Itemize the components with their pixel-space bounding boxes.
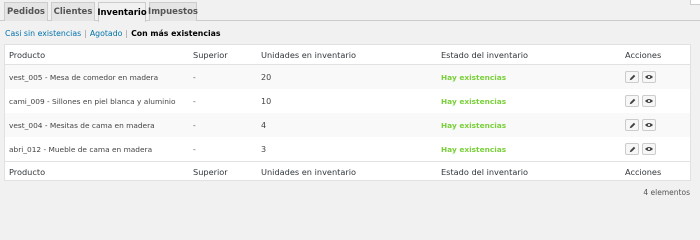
filter-most-stock[interactable]: Con más existencias [131,29,220,38]
pencil-icon [629,146,635,152]
view-button[interactable] [642,119,656,131]
column-product: Producto [9,49,46,60]
parent-cell: - [193,120,196,130]
status-cell: Hay existencias [441,96,507,106]
filter-low-stock[interactable]: Casi sin existencias [5,29,81,38]
edit-button[interactable] [625,95,639,107]
eye-icon [645,147,653,151]
table-row: vest_005 - Mesa de comedor en madera - 2… [5,65,690,89]
table-footer: Producto Superior Unidades en inventario… [5,161,690,181]
table-row: vest_004 - Mesitas de cama en madera - 4… [5,113,690,137]
parent-cell: - [193,96,196,106]
filter-out-of-stock[interactable]: Agotado [90,29,123,38]
status-cell: Hay existencias [441,120,507,130]
column-parent: Superior [193,166,228,177]
screen-options-corner [690,0,700,5]
units-cell: 3 [261,144,267,154]
status-cell: Hay existencias [441,144,507,154]
row-actions [625,89,656,113]
column-parent: Superior [193,49,228,60]
eye-icon [645,75,653,79]
pencil-icon [629,98,635,104]
tab-bar: Pedidos Clientes Inventario Impuestos [0,0,700,22]
column-units: Unidades en inventario [261,166,357,177]
row-actions [625,65,656,89]
product-link[interactable]: cami_009 - Sillones en piel blanca y alu… [9,89,176,113]
tab-pedidos[interactable]: Pedidos [4,2,48,21]
column-units: Unidades en inventario [261,49,357,60]
status-cell: Hay existencias [441,72,507,82]
view-button[interactable] [642,71,656,83]
eye-icon [645,123,653,127]
units-cell: 20 [261,72,272,82]
table-row: cami_009 - Sillones en piel blanca y alu… [5,89,690,113]
column-product: Producto [9,166,46,177]
product-link[interactable]: vest_005 - Mesa de comedor en madera [9,65,158,89]
table-header: Producto Superior Unidades en inventario… [5,45,690,65]
tab-clientes[interactable]: Clientes [51,2,95,21]
view-button[interactable] [642,95,656,107]
item-count: 4 elementos [643,188,690,197]
column-status: Estado del inventario [441,49,529,60]
column-actions: Acciones [625,166,662,177]
edit-button[interactable] [625,119,639,131]
table-row: abri_012 - Mueble de cama en madera - 3 … [5,137,690,161]
units-cell: 4 [261,120,267,130]
tab-impuestos[interactable]: Impuestos [148,2,198,21]
edit-button[interactable] [625,143,639,155]
parent-cell: - [193,72,196,82]
filter-separator: | [125,28,129,38]
product-link[interactable]: vest_004 - Mesitas de cama en madera [9,113,155,137]
column-actions: Acciones [625,49,662,60]
tab-inventario[interactable]: Inventario [97,2,147,22]
row-actions [625,137,656,161]
parent-cell: - [193,144,196,154]
edit-button[interactable] [625,71,639,83]
product-link[interactable]: abri_012 - Mueble de cama en madera [9,137,152,161]
pencil-icon [629,122,635,128]
pencil-icon [629,74,635,80]
eye-icon [645,99,653,103]
row-actions [625,113,656,137]
units-cell: 10 [261,96,272,106]
column-status: Estado del inventario [441,166,529,177]
filter-separator: | [84,28,87,38]
stock-filters: Casi sin existencias | Agotado | Con más… [5,27,221,39]
view-button[interactable] [642,143,656,155]
inventory-table: Producto Superior Unidades en inventario… [4,44,691,181]
